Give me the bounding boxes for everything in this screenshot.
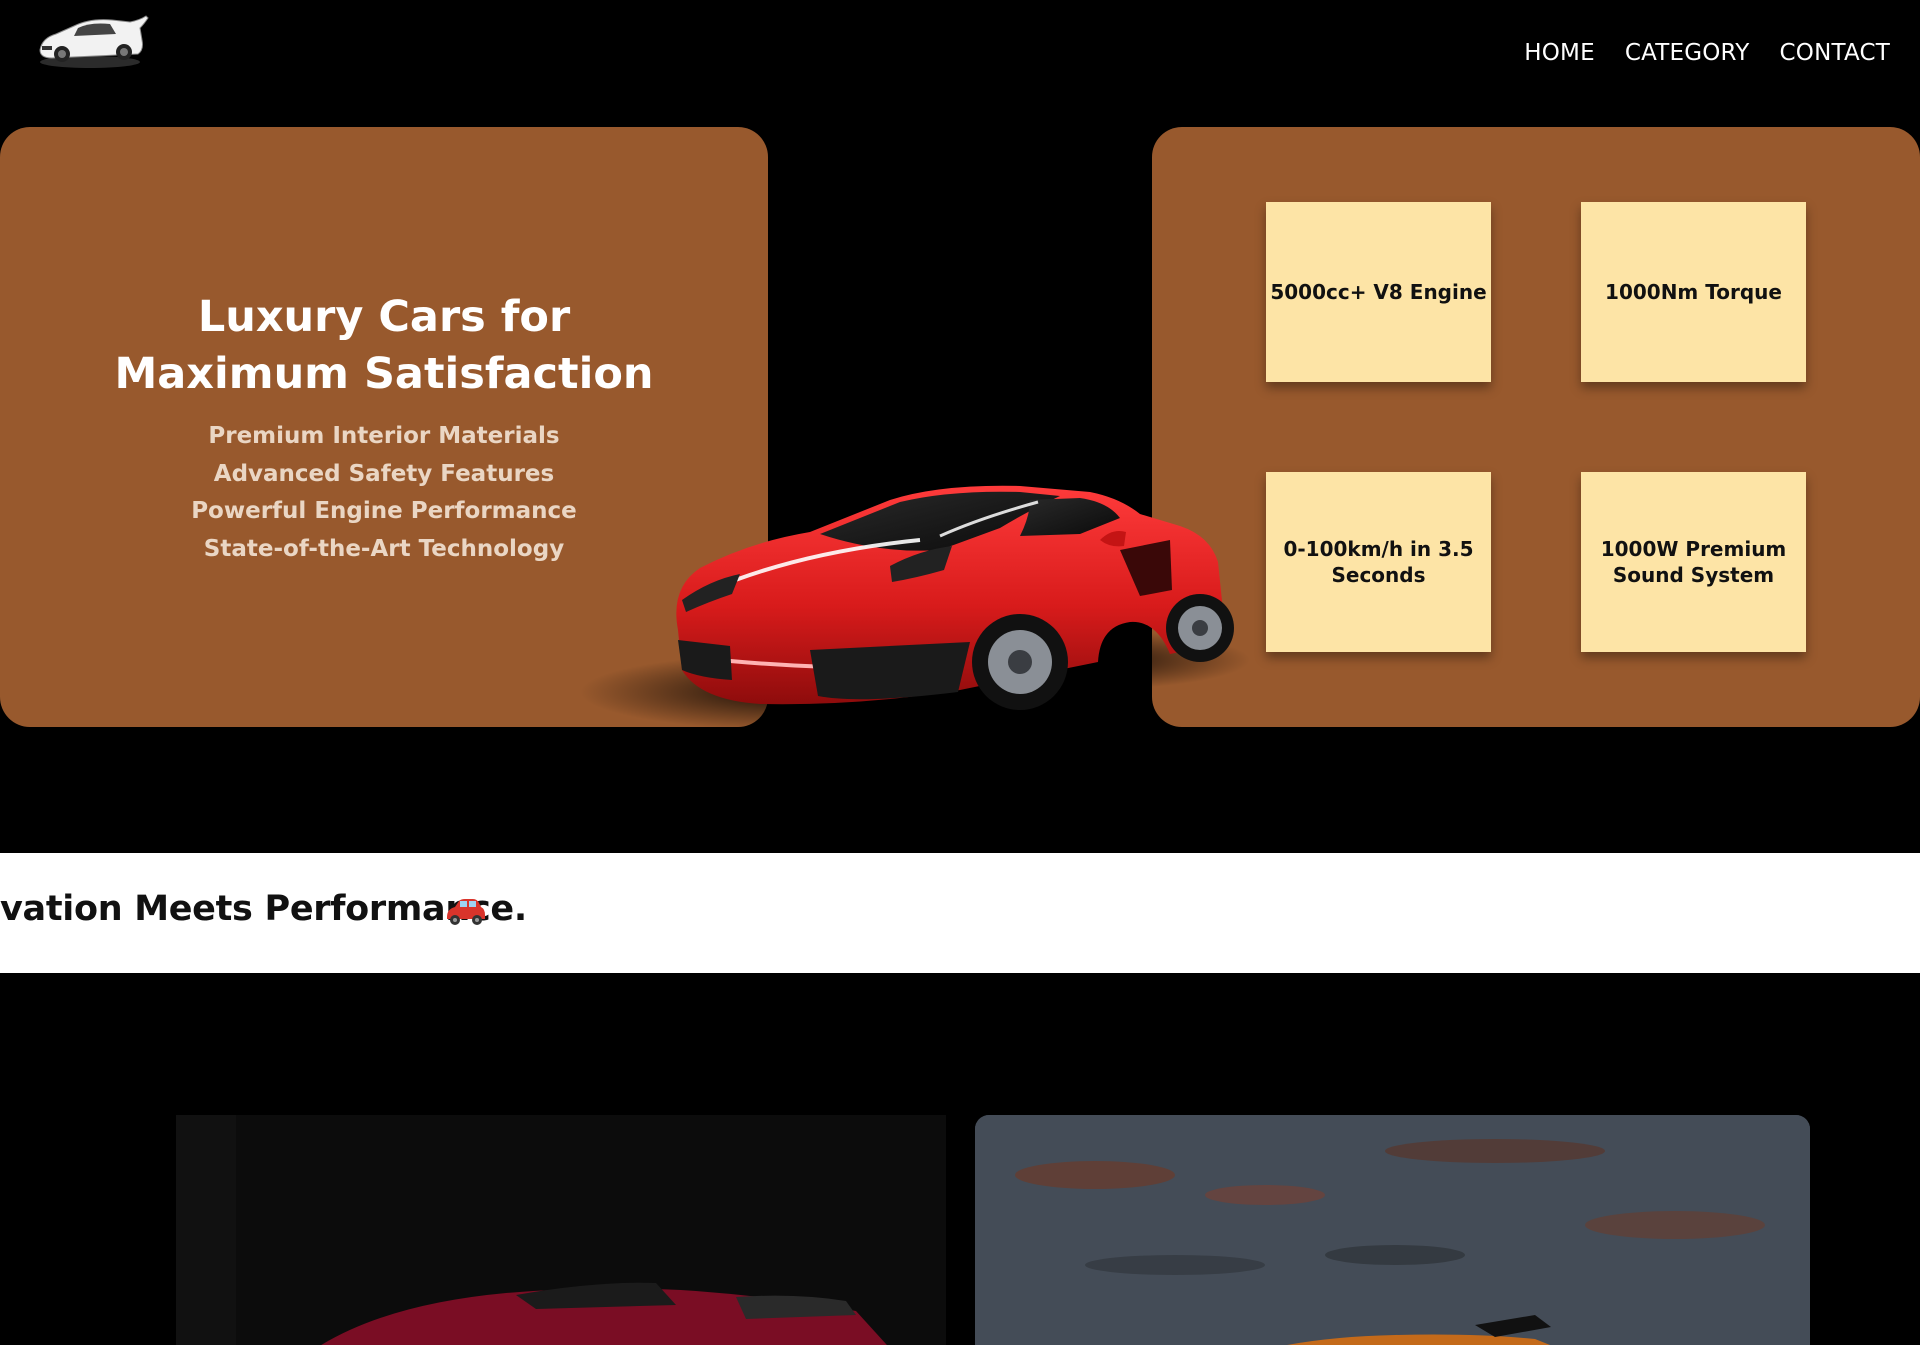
red-convertible-image xyxy=(176,1115,946,1345)
hero-title: Luxury Cars for Maximum Satisfaction xyxy=(0,289,768,403)
nav-home-link[interactable]: HOME xyxy=(1524,40,1595,66)
spec-card-label: 1000W Premium Sound System xyxy=(1600,537,1787,587)
red-sports-car-image xyxy=(580,485,1250,730)
main-nav: HOME CATEGORY CONTACT xyxy=(1524,40,1890,66)
spec-card-sound: 1000W Premium Sound System xyxy=(1581,472,1806,652)
hero-title-line-2: Maximum Satisfaction xyxy=(114,349,654,399)
spec-card-engine: 5000cc+ V8 Engine xyxy=(1266,202,1491,382)
feature-item: Premium Interior Materials xyxy=(208,423,560,449)
nav-contact-link[interactable]: CONTACT xyxy=(1780,40,1890,66)
page: HOME CATEGORY CONTACT Luxury Cars for Ma… xyxy=(0,0,1920,1345)
sunset-sports-car-image xyxy=(975,1115,1810,1345)
gallery-card-orange-car[interactable] xyxy=(975,1115,1810,1345)
spec-card-label: 1000Nm Torque xyxy=(1605,280,1782,304)
gallery-card-red-car[interactable] xyxy=(176,1115,946,1345)
spec-card-torque: 1000Nm Torque xyxy=(1581,202,1806,382)
logo-car-icon[interactable] xyxy=(34,6,150,72)
marquee-banner: vation Meets Performance. xyxy=(0,853,1920,973)
nav-category-link[interactable]: CATEGORY xyxy=(1625,40,1750,66)
hero-title-line-1: Luxury Cars for xyxy=(197,292,571,342)
car-emoji-icon xyxy=(447,899,485,925)
spec-card-label: 5000cc+ V8 Engine xyxy=(1270,280,1487,304)
